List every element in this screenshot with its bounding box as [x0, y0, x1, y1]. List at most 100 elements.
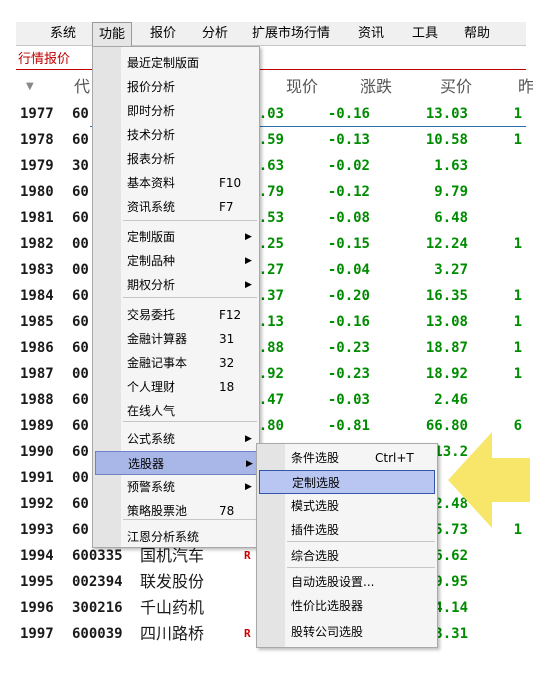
menu-system[interactable]: 系统	[44, 22, 82, 46]
bid-cell: 4.14	[434, 600, 468, 616]
tab-quotes[interactable]: 行情报价	[18, 50, 70, 70]
function-menu: 最近定制版面报价分析即时分析技术分析报表分析基本资料 F10 资讯系统 F7 定制版面 ▶…	[92, 46, 260, 548]
column-extra[interactable]: 昨	[518, 74, 533, 100]
function-menu-item[interactable]: 定制版面 ▶	[95, 225, 257, 249]
menu-help[interactable]: 帮助	[458, 22, 496, 46]
row-number: 1985	[20, 314, 54, 330]
menu-item-label: 金融记事本	[127, 356, 188, 370]
menu-item-label: 定制版面	[127, 230, 176, 244]
stock-picker-item[interactable]: 条件选股 Ctrl+T	[259, 446, 435, 470]
column-bid[interactable]: 买价	[440, 74, 472, 100]
function-menu-item[interactable]: 策略股票池 78	[95, 499, 257, 523]
row-number: 1996	[20, 600, 54, 616]
stock-code: 300216	[72, 600, 123, 616]
function-menu-item[interactable]: 交易委托 F12	[95, 303, 257, 327]
stock-picker-item[interactable]: 股转公司选股	[259, 620, 435, 644]
bid-cell: 10.58	[425, 132, 468, 148]
submenu-arrow-icon: ▶	[245, 232, 252, 242]
menu-quote[interactable]: 报价	[144, 22, 182, 46]
function-menu-item[interactable]: 技术分析	[95, 123, 257, 147]
stock-picker-item[interactable]: 性价比选股器	[259, 594, 435, 618]
menu-item-shortcut: 18	[219, 380, 235, 394]
stock-name: 联发股份	[140, 572, 205, 591]
menu-function[interactable]: 功能	[92, 22, 133, 46]
row-number: 1988	[20, 392, 54, 408]
yellow-arrow-icon	[448, 432, 530, 528]
menu-item-shortcut: 78	[219, 504, 235, 518]
menu-item-label: 期权分析	[127, 278, 176, 292]
menu-item-label: 股转公司选股	[291, 625, 364, 639]
menu-extended-market[interactable]: 扩展市场行情	[246, 22, 336, 46]
stock-picker-item[interactable]: 自动选股设置...	[259, 570, 435, 594]
row-number: 1994	[20, 548, 54, 564]
bid-cell: 9.95	[434, 574, 468, 590]
change-cell: -0.12	[327, 184, 370, 200]
menu-tools[interactable]: 工具	[406, 22, 444, 46]
row-number: 1987	[20, 366, 54, 382]
menu-item-label: 报表分析	[127, 152, 176, 166]
function-menu-item[interactable]: 报价分析	[95, 75, 257, 99]
function-menu-item[interactable]: 最近定制版面	[95, 51, 257, 75]
stock-code: 002394	[72, 574, 123, 590]
stock-picker-item[interactable]: 综合选股	[259, 544, 435, 568]
menu-item-label: 在线人气	[127, 404, 176, 418]
function-menu-item[interactable]: 在线人气	[95, 399, 257, 423]
change-cell: -0.81	[327, 418, 370, 434]
menu-item-label: 预警系统	[127, 480, 176, 494]
function-menu-item[interactable]: 期权分析 ▶	[95, 273, 257, 297]
stock-picker-item[interactable]: 模式选股	[259, 494, 435, 518]
row-number: 1995	[20, 574, 54, 590]
row-number: 1981	[20, 210, 54, 226]
menu-item-shortcut: F10	[219, 176, 242, 190]
bid-cell: 18.92	[425, 366, 468, 382]
stock-code: 600039	[72, 626, 123, 642]
function-menu-item[interactable]: 选股器 ▶	[95, 451, 257, 475]
menu-separator	[123, 297, 257, 298]
stock-code: 60	[72, 288, 89, 304]
menu-info[interactable]: 资讯	[352, 22, 390, 46]
menu-analysis[interactable]: 分析	[196, 22, 234, 46]
stock-code: 00	[72, 366, 89, 382]
column-price[interactable]: 现价	[286, 74, 318, 100]
menu-item-label: 插件选股	[291, 523, 340, 537]
function-menu-item[interactable]: 金融记事本 32	[95, 351, 257, 375]
stock-picker-item[interactable]: 定制选股	[259, 470, 435, 494]
change-cell: -0.03	[327, 392, 370, 408]
row-number: 1986	[20, 340, 54, 356]
column-change[interactable]: 涨跌	[360, 74, 392, 100]
stock-code: 00	[72, 470, 89, 486]
stock-code: 60	[72, 496, 89, 512]
menu-item-label: 最近定制版面	[127, 56, 200, 70]
function-menu-item[interactable]: 即时分析	[95, 99, 257, 123]
function-menu-item[interactable]: 金融计算器 31	[95, 327, 257, 351]
function-menu-item[interactable]: 报表分析	[95, 147, 257, 171]
bid-cell: 3.31	[434, 626, 468, 642]
menu-item-label: 模式选股	[291, 499, 340, 513]
change-cell: -0.23	[327, 340, 370, 356]
function-menu-item[interactable]: 资讯系统 F7	[95, 195, 257, 219]
function-menu-item[interactable]: 基本资料 F10	[95, 171, 257, 195]
menu-item-label: 公式系统	[127, 432, 176, 446]
stock-code: 00	[72, 236, 89, 252]
menu-item-shortcut: 31	[219, 332, 235, 346]
stock-picker-item[interactable]: 插件选股	[259, 518, 435, 542]
menu-item-label: 综合选股	[291, 549, 340, 563]
stock-name: 千山药机	[140, 598, 205, 617]
row-number: 1979	[20, 158, 54, 174]
column-code[interactable]: 代	[74, 74, 90, 100]
function-menu-item[interactable]: 定制品种 ▶	[95, 249, 257, 273]
function-menu-item[interactable]: 预警系统 ▶	[95, 475, 257, 499]
stock-code: 60	[72, 522, 89, 538]
function-menu-item[interactable]: 公式系统 ▶	[95, 427, 257, 451]
stock-code: 60	[72, 184, 89, 200]
bid-cell: 12.24	[425, 236, 468, 252]
menu-item-label: 即时分析	[127, 104, 176, 118]
menu-item-label: 交易委托	[127, 308, 176, 322]
function-menu-item[interactable]: 江恩分析系统	[95, 525, 257, 549]
menu-item-label: 定制品种	[127, 254, 176, 268]
menu-item-label: 个人理财	[127, 380, 176, 394]
sort-icon[interactable]: ▼	[26, 74, 34, 100]
submenu-arrow-icon: ▶	[245, 482, 252, 492]
bid-cell: 2.46	[434, 392, 468, 408]
function-menu-item[interactable]: 个人理财 18	[95, 375, 257, 399]
